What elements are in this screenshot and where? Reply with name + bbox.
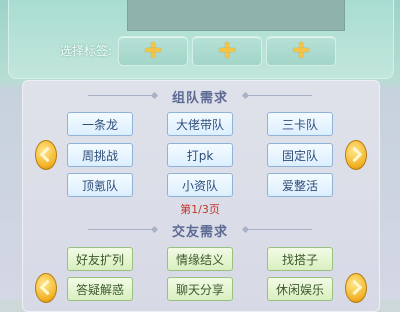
friend-tag-button[interactable]: 找搭子 (267, 247, 333, 271)
team-tag-button[interactable]: 一条龙 (67, 112, 133, 136)
friend-next-page-arrow[interactable] (344, 270, 367, 304)
friend-tag-button[interactable]: 聊天分享 (167, 277, 233, 301)
team-tag-button[interactable]: 三卡队 (267, 112, 333, 136)
team-tag-button[interactable]: 固定队 (267, 143, 333, 167)
friend-tag-button[interactable]: 答疑解惑 (67, 277, 133, 301)
team-section-title: 组队需求 (171, 91, 228, 106)
plus-icon (145, 42, 161, 58)
friend-tag-button[interactable]: 好友扩列 (67, 247, 133, 271)
page-indicator: 第1/3页 (180, 203, 220, 216)
add-tag-slot-3[interactable] (266, 36, 336, 66)
add-tag-slot-2[interactable] (192, 36, 262, 66)
team-tag-button[interactable]: 顶氪队 (67, 173, 133, 197)
team-tag-button[interactable]: 周挑战 (67, 143, 133, 167)
select-tag-label: 选择标签: (60, 44, 113, 58)
friend-section-title: 交友需求 (171, 225, 228, 240)
plus-icon (219, 42, 235, 58)
team-tag-button[interactable]: 爱整活 (267, 173, 333, 197)
team-tag-button[interactable]: 小资队 (167, 173, 233, 197)
plus-icon (293, 42, 309, 58)
friend-prev-page-arrow[interactable] (34, 270, 57, 304)
description-text-area[interactable] (127, 0, 345, 31)
next-page-arrow[interactable] (344, 137, 367, 171)
team-tag-button[interactable]: 打pk (167, 143, 233, 167)
friend-tag-button[interactable]: 情缘结义 (167, 247, 233, 271)
team-tag-button[interactable]: 大佬带队 (167, 112, 233, 136)
friend-tag-button[interactable]: 休闲娱乐 (267, 277, 333, 301)
add-tag-slot-1[interactable] (118, 36, 188, 66)
prev-page-arrow[interactable] (34, 137, 57, 171)
